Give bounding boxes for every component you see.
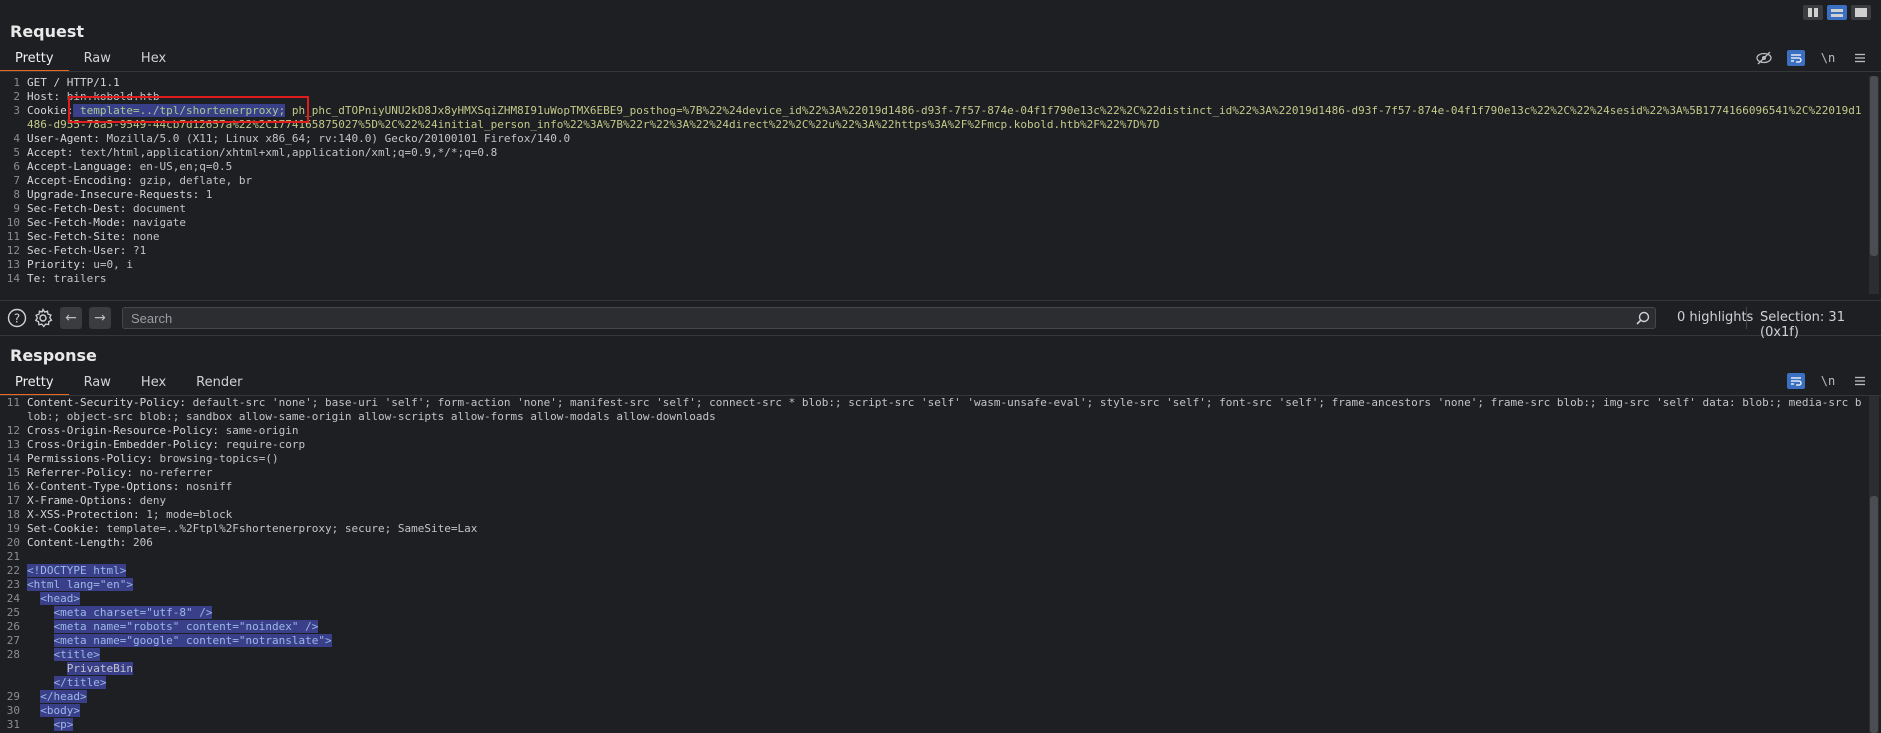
response-title: Response: [10, 346, 97, 365]
request-scroll-thumb[interactable]: [1870, 76, 1878, 256]
response-line: 15 Referrer-Policy: no-referrer: [6, 466, 213, 479]
response-line: 20 Content-Length: 206: [6, 536, 153, 549]
response-tab-hex[interactable]: Hex: [126, 372, 181, 394]
response-scrollbar[interactable]: [1869, 396, 1879, 733]
response-html-line: 30 <body>: [6, 704, 80, 717]
cookie-value: ph_phc_dTOPniyUNU2kD8Jx8yHMXSqiZHM8I91uW…: [27, 104, 1862, 131]
request-line: 10 Sec-Fetch-Mode: navigate: [6, 216, 186, 229]
request-scrollbar[interactable]: [1869, 76, 1879, 294]
wrap-lines-icon[interactable]: [1787, 50, 1805, 66]
response-editor[interactable]: 11 Content-Security-Policy: default-src '…: [0, 396, 1867, 733]
response-editor-tools: \n: [1787, 373, 1869, 389]
response-html-line: 26 <meta name="robots" content="noindex"…: [6, 620, 319, 633]
request-tab-hex[interactable]: Hex: [126, 48, 181, 70]
response-html-line: 28 <title>: [6, 648, 100, 661]
request-line: 11 Sec-Fetch-Site: none: [6, 230, 160, 243]
search-icon[interactable]: [1636, 311, 1650, 329]
response-line: 11 Content-Security-Policy: default-src '…: [6, 396, 1862, 423]
request-panel: Request Pretty Raw Hex \n 1 GET / HTTP/1.…: [0, 0, 1881, 300]
request-line: 1 GET / HTTP/1.1: [13, 76, 120, 89]
request-editor[interactable]: 1 GET / HTTP/1.1 2 Host: bin.kobold.htb 3C…: [0, 76, 1867, 294]
request-line: 8 Upgrade-Insecure-Requests: 1: [13, 188, 213, 201]
hide-nonprintable-icon[interactable]: [1755, 50, 1773, 66]
highlights-count: 0 highlights: [1677, 310, 1754, 325]
request-line-cookie: 3 Cookie: template=../tpl/shortenerproxy;…: [13, 104, 1862, 131]
response-html-line: 27 <meta name="google" content="notransl…: [6, 634, 332, 647]
response-line: 14 Permissions-Policy: browsing-topics=(): [6, 452, 279, 465]
response-html-line: 24 <head>: [6, 592, 80, 605]
response-line: 13 Cross-Origin-Embedder-Policy: require-…: [6, 438, 306, 451]
response-scroll-thumb[interactable]: [1870, 496, 1878, 733]
response-html-line: </title>: [53, 676, 107, 689]
status-divider: [1746, 307, 1747, 329]
request-tabs: Pretty Raw Hex: [0, 48, 181, 72]
back-button[interactable]: ←: [60, 307, 82, 329]
newline-icon[interactable]: \n: [1819, 50, 1837, 66]
response-line: 16 X-Content-Type-Options: nosniff: [6, 480, 233, 493]
request-line: 4 User-Agent: Mozilla/5.0 (X11; Linux x86…: [13, 132, 571, 145]
request-line: 7 Accept-Encoding: gzip, deflate, br: [13, 174, 253, 187]
response-tab-render[interactable]: Render: [181, 372, 257, 394]
response-tab-pretty[interactable]: Pretty: [0, 372, 69, 396]
response-html-line: 25 <meta charset="utf-8" />: [6, 606, 213, 619]
response-tabs: Pretty Raw Hex Render: [0, 372, 257, 396]
forward-button[interactable]: →: [89, 307, 111, 329]
response-line: 19 Set-Cookie: template=..%2Ftpl%2Fshorte…: [6, 522, 478, 535]
response-line: 18 X-XSS-Protection: 1; mode=block: [6, 508, 233, 521]
request-line: 9 Sec-Fetch-Dest: document: [13, 202, 186, 215]
svg-text:?: ?: [14, 312, 20, 326]
response-html-line: 29 </head>: [6, 690, 87, 703]
response-line: 12 Cross-Origin-Resource-Policy: same-ori…: [6, 424, 299, 437]
request-line: 12 Sec-Fetch-User: ?1: [6, 244, 147, 257]
request-line: 2 Host: bin.kobold.htb: [13, 90, 160, 103]
search-input[interactable]: [122, 307, 1656, 329]
response-html-line: PrivateBin: [66, 662, 133, 675]
request-tab-divider: [0, 71, 1881, 72]
request-tab-raw[interactable]: Raw: [69, 48, 126, 70]
request-line: 14 Te: trailers: [6, 272, 107, 285]
response-tab-raw[interactable]: Raw: [69, 372, 126, 394]
response-html-line: 22 <!DOCTYPE html>: [6, 564, 127, 577]
gear-icon[interactable]: [33, 308, 53, 328]
response-html-line: 31 <p>: [6, 718, 74, 731]
newline-icon[interactable]: \n: [1819, 373, 1837, 389]
request-line: 6 Accept-Language: en-US,en;q=0.5: [13, 160, 233, 173]
request-line: 13 Priority: u=0, i: [6, 258, 133, 271]
help-icon[interactable]: ?: [7, 308, 27, 328]
response-html-line: 23 <html lang="en">: [6, 578, 133, 591]
selection-info: Selection: 31 (0x1f): [1760, 310, 1845, 340]
menu-icon[interactable]: [1851, 373, 1869, 389]
response-line: 17 X-Frame-Options: deny: [6, 494, 167, 507]
cookie-selection: template=../tpl/shortenerproxy;: [73, 104, 286, 117]
response-panel: Response Pretty Raw Hex Render \n 11 Cont…: [0, 340, 1881, 733]
search-bar: ? ← → 0 highlights Selection: 31 (0x1f): [0, 300, 1881, 340]
request-title: Request: [10, 22, 85, 41]
request-editor-tools: \n: [1755, 50, 1869, 66]
request-line: 5 Accept: text/html,application/xhtml+xml…: [13, 146, 498, 159]
wrap-lines-icon[interactable]: [1787, 373, 1805, 389]
response-line: 21: [6, 550, 20, 563]
request-tab-pretty[interactable]: Pretty: [0, 48, 69, 72]
menu-icon[interactable]: [1851, 50, 1869, 66]
